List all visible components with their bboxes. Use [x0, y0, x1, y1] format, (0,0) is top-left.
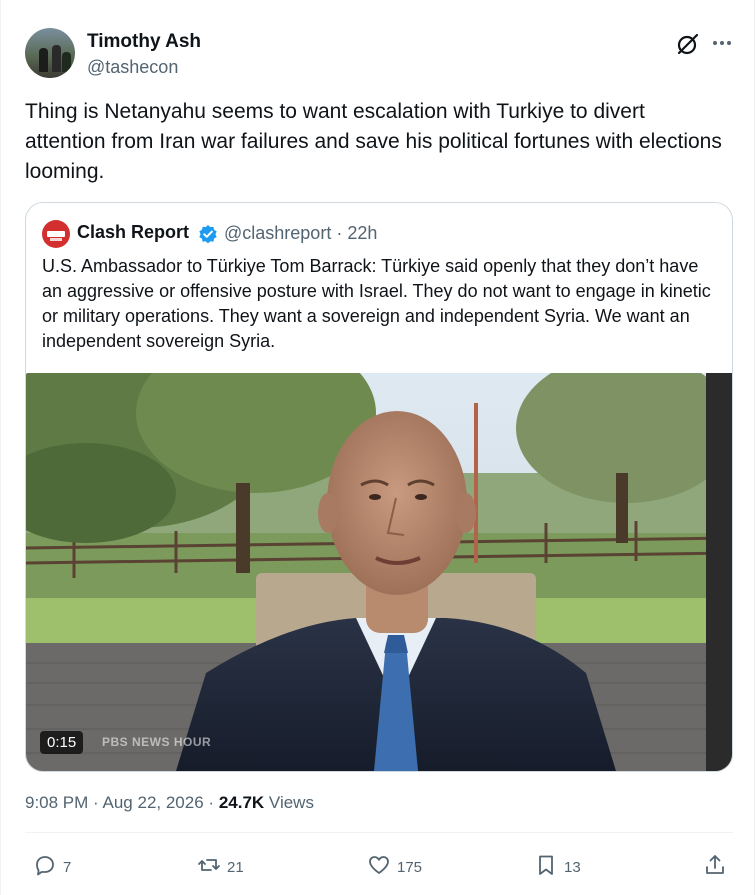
- action-bar: 7 21 175 13: [1, 850, 756, 884]
- like-button[interactable]: 175: [367, 850, 422, 884]
- author-handle[interactable]: @tashecon: [87, 57, 178, 78]
- share-button[interactable]: [703, 850, 727, 884]
- repost-button[interactable]: 21: [197, 850, 244, 884]
- repost-count: 21: [227, 858, 244, 876]
- more-icon[interactable]: [709, 30, 735, 56]
- tweet-date[interactable]: Aug 22, 2026: [103, 793, 204, 812]
- tweet-timestamp: 9:08 PM · Aug 22, 2026 · 24.7K Views: [25, 793, 314, 813]
- like-count: 175: [397, 858, 423, 876]
- quoted-meta: @clashreport · 22h: [224, 223, 377, 244]
- views-count[interactable]: 24.7K: [219, 793, 264, 812]
- avatar-logo: [50, 238, 62, 241]
- reply-icon: [33, 853, 57, 881]
- video-watermark: PBS NEWS HOUR: [102, 735, 212, 749]
- avatar-figure: [52, 45, 61, 72]
- verified-badge-icon: [198, 224, 218, 244]
- avatar-logo: [47, 231, 65, 237]
- quoted-author-avatar[interactable]: [42, 220, 70, 248]
- video-player[interactable]: 0:15 PBS NEWS HOUR: [26, 373, 732, 771]
- quoted-author-handle[interactable]: @clashreport: [224, 223, 331, 243]
- tweet-time[interactable]: 9:08 PM: [25, 793, 88, 812]
- author-avatar[interactable]: [25, 28, 75, 78]
- meta-separator: ·: [336, 223, 343, 243]
- video-frame: [26, 373, 732, 771]
- author-name[interactable]: Timothy Ash: [87, 31, 201, 53]
- bookmark-count: 13: [564, 858, 581, 876]
- tweet-card: Timothy Ash @tashecon Thing is Netanyahu…: [0, 0, 755, 895]
- divider: [25, 832, 733, 833]
- reply-button[interactable]: 7: [33, 850, 71, 884]
- quoted-tweet[interactable]: Clash Report @clashreport · 22h U.S. Amb…: [25, 202, 733, 772]
- bookmark-button[interactable]: 13: [534, 850, 581, 884]
- grok-icon[interactable]: [675, 31, 701, 57]
- video-duration: 0:15: [40, 731, 84, 754]
- share-icon: [703, 853, 727, 881]
- meta-separator: ·: [93, 793, 99, 812]
- like-icon: [367, 853, 391, 881]
- tweet-text: Thing is Netanyahu seems to want escalat…: [25, 100, 722, 183]
- reply-count: 7: [63, 858, 72, 876]
- avatar-figure: [39, 48, 48, 72]
- quoted-text: U.S. Ambassador to Türkiye Tom Barrack: …: [42, 256, 711, 351]
- quoted-time[interactable]: 22h: [347, 223, 377, 243]
- quoted-author-name[interactable]: Clash Report: [77, 222, 189, 243]
- repost-icon: [197, 853, 221, 881]
- bookmark-icon: [534, 853, 558, 881]
- avatar-figure: [62, 52, 71, 72]
- meta-separator: ·: [208, 793, 215, 812]
- views-label: Views: [268, 793, 314, 812]
